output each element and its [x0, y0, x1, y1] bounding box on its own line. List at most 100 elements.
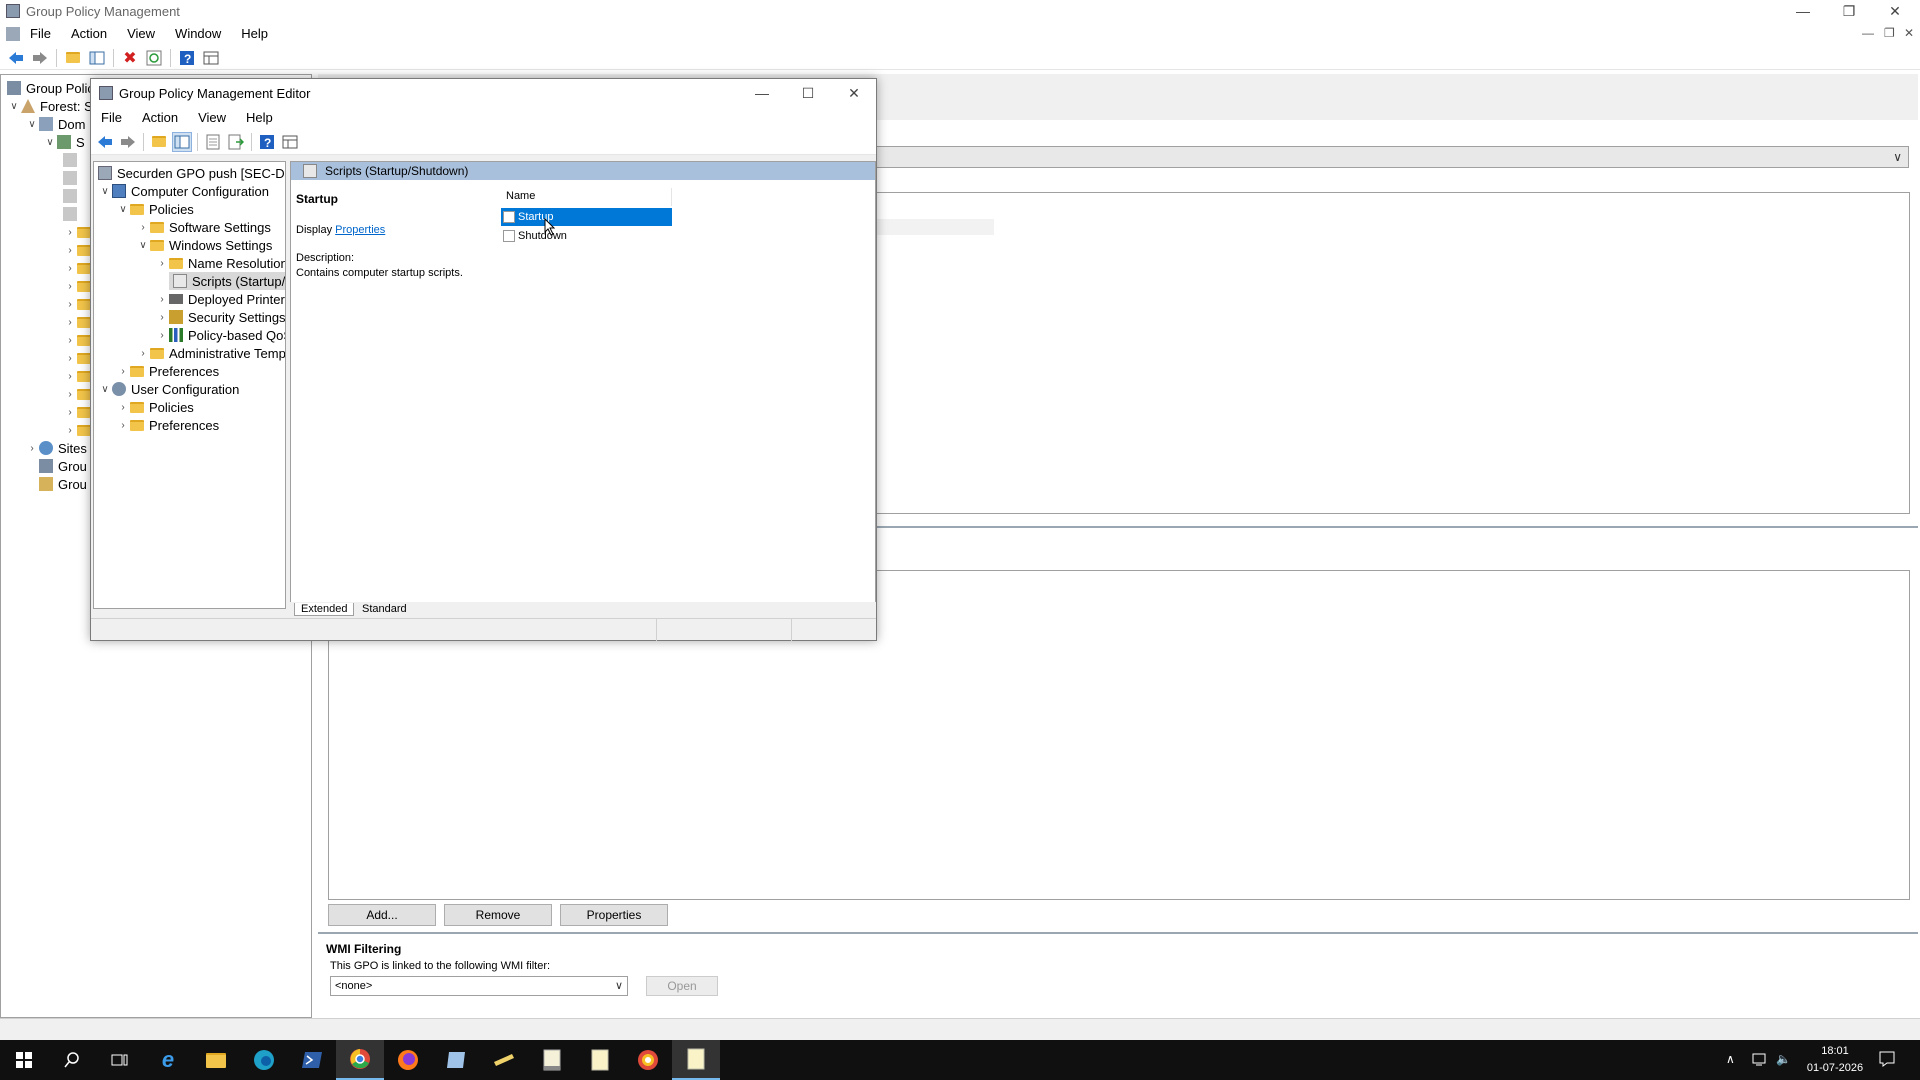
list-item-shutdown[interactable]: Shutdown	[501, 227, 672, 245]
tree-item-security-settings[interactable]: › Security Settings	[155, 308, 285, 326]
tree-item-scripts[interactable]: Scripts (Startup/S	[169, 272, 285, 290]
chevron-down-icon[interactable]: ∨	[1893, 150, 1902, 164]
menu-view[interactable]: View	[117, 22, 165, 46]
tree-item-windows-settings[interactable]: ∨ Windows Settings	[136, 236, 272, 254]
tree-item-user-policies[interactable]: › Policies	[116, 398, 193, 416]
clock[interactable]: 18:01 01-07-2026	[1800, 1043, 1870, 1077]
gpm-taskbar-icon[interactable]	[672, 1040, 720, 1080]
start-button[interactable]	[0, 1040, 48, 1080]
tree-item-admin-templates[interactable]: › Administrative Temp	[136, 344, 285, 362]
refresh-icon[interactable]	[144, 48, 164, 68]
back-icon[interactable]	[95, 132, 115, 152]
notifications-icon[interactable]	[1878, 1050, 1896, 1071]
splitter[interactable]	[318, 932, 1918, 934]
notes-app-icon[interactable]	[576, 1040, 624, 1080]
task-view-icon[interactable]	[96, 1040, 144, 1080]
tree-item-policy-qos[interactable]: › Policy-based QoS	[155, 326, 285, 344]
show-hide-tree-icon[interactable]	[87, 48, 107, 68]
gpme-menu-view[interactable]: View	[188, 107, 236, 129]
back-icon[interactable]	[6, 48, 26, 68]
gpme-menu-action[interactable]: Action	[132, 107, 188, 129]
edge-icon[interactable]	[240, 1040, 288, 1080]
chevron-right-icon[interactable]: ›	[116, 366, 130, 377]
tree-item-gpo-link[interactable]	[63, 169, 82, 187]
help-icon[interactable]: ?	[177, 48, 197, 68]
chevron-right-icon[interactable]: ›	[63, 353, 77, 364]
tree-item-gpo-link[interactable]	[63, 205, 82, 223]
tree-item-domains[interactable]: ∨ Dom	[25, 115, 85, 133]
menu-app-icon[interactable]	[6, 27, 20, 41]
powershell-icon[interactable]	[288, 1040, 336, 1080]
tree-item-gpo-link[interactable]	[63, 151, 82, 169]
chevron-right-icon[interactable]: ›	[63, 227, 77, 238]
mdi-restore-icon[interactable]: ❐	[1884, 26, 1895, 40]
tree-item-computer-config[interactable]: ∨ Computer Configuration	[98, 182, 269, 200]
tree-item-deployed-printers[interactable]: › Deployed Printers	[155, 290, 285, 308]
chevron-down-icon[interactable]: ∨	[43, 137, 57, 148]
export-list-icon[interactable]	[226, 132, 246, 152]
tree-item-user-preferences[interactable]: › Preferences	[116, 416, 219, 434]
wmi-open-button[interactable]: Open	[646, 976, 718, 996]
properties-pane-icon[interactable]	[280, 132, 300, 152]
list-item-startup[interactable]: Startup	[501, 208, 672, 226]
menu-window[interactable]: Window	[165, 22, 231, 46]
chevron-right-icon[interactable]: ›	[63, 263, 77, 274]
wmi-filter-select[interactable]: <none> ∨	[330, 976, 628, 996]
chevron-down-icon[interactable]: ∨	[116, 204, 130, 215]
minimize-button[interactable]: —	[1780, 0, 1826, 22]
column-header-name[interactable]: Name	[501, 188, 672, 206]
chevron-down-icon[interactable]: ∨	[7, 101, 21, 112]
notepad-app-icon[interactable]	[432, 1040, 480, 1080]
show-hide-tree-icon[interactable]	[172, 131, 192, 152]
tab-standard[interactable]: Standard	[356, 603, 413, 615]
tree-item-software-settings[interactable]: › Software Settings	[136, 218, 271, 236]
chevron-right-icon[interactable]: ›	[63, 425, 77, 436]
tree-item-user-config[interactable]: ∨ User Configuration	[98, 380, 239, 398]
tree-item-forest[interactable]: ∨ Forest: S	[7, 97, 92, 115]
chevron-right-icon[interactable]: ›	[155, 330, 169, 341]
chevron-right-icon[interactable]: ›	[63, 335, 77, 346]
chevron-right-icon[interactable]: ›	[63, 389, 77, 400]
gpme-minimize-button[interactable]: —	[739, 82, 785, 104]
gpme-close-button[interactable]: ✕	[831, 82, 877, 104]
chevron-right-icon[interactable]: ›	[63, 371, 77, 382]
up-folder-icon[interactable]	[63, 48, 83, 68]
up-folder-icon[interactable]	[149, 132, 169, 152]
chevron-right-icon[interactable]: ›	[25, 443, 39, 454]
forward-icon[interactable]	[30, 48, 50, 68]
chrome-app-icon[interactable]	[624, 1040, 672, 1080]
chevron-right-icon[interactable]: ›	[155, 258, 169, 269]
chevron-right-icon[interactable]: ›	[136, 222, 150, 233]
tab-extended[interactable]: Extended	[294, 603, 355, 616]
gpme-maximize-button[interactable]: ☐	[785, 82, 831, 104]
search-icon[interactable]	[48, 1040, 96, 1080]
properties-pane-icon[interactable]	[201, 48, 221, 68]
chevron-right-icon[interactable]: ›	[63, 299, 77, 310]
chevron-down-icon[interactable]: ∨	[136, 240, 150, 251]
chevron-right-icon[interactable]: ›	[155, 312, 169, 323]
menu-action[interactable]: Action	[61, 22, 117, 46]
restore-button[interactable]: ❐	[1826, 0, 1872, 22]
gpme-menu-help[interactable]: Help	[236, 107, 283, 129]
properties-link[interactable]: Properties	[335, 224, 385, 236]
tree-item-domain[interactable]: ∨ S	[43, 133, 84, 151]
chevron-right-icon[interactable]: ›	[116, 402, 130, 413]
properties-button[interactable]: Properties	[560, 904, 668, 926]
chevron-down-icon[interactable]: ∨	[98, 186, 112, 197]
chevron-right-icon[interactable]: ›	[63, 317, 77, 328]
tree-item-preferences[interactable]: › Preferences	[116, 362, 219, 380]
tree-item-sites[interactable]: › Sites	[25, 439, 87, 457]
chevron-right-icon[interactable]: ›	[63, 407, 77, 418]
tree-item-gp-results[interactable]: Grou	[39, 475, 87, 493]
file-explorer-icon[interactable]	[192, 1040, 240, 1080]
chevron-down-icon[interactable]: ∨	[25, 119, 39, 130]
internet-explorer-icon[interactable]: e	[144, 1040, 192, 1080]
chrome-icon[interactable]	[336, 1040, 384, 1080]
network-icon[interactable]	[1752, 1052, 1770, 1066]
properties-icon[interactable]	[203, 132, 223, 152]
tree-item-policies[interactable]: ∨ Policies	[116, 200, 193, 218]
document-app-icon[interactable]	[528, 1040, 576, 1080]
tray-overflow-icon[interactable]: ∧	[1726, 1052, 1735, 1066]
help-icon[interactable]: ?	[257, 132, 277, 152]
tree-item-gpo-root[interactable]: Securden GPO push [SEC-DC-2	[98, 164, 285, 182]
